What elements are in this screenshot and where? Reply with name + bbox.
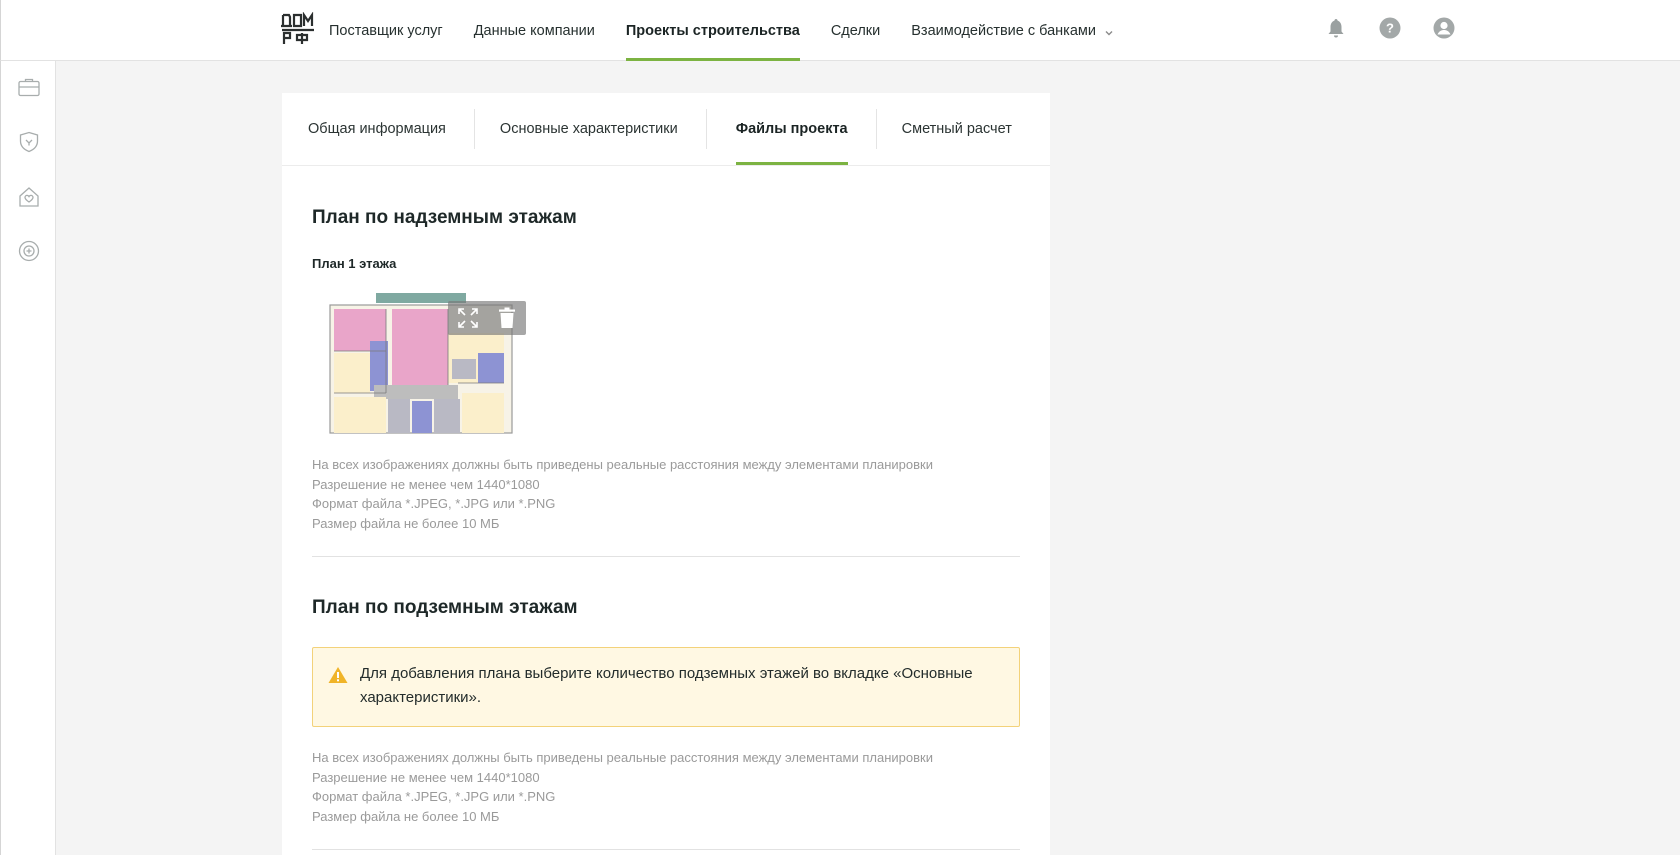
- floor-plan-subtitle: План 1 этажа: [312, 256, 397, 271]
- upload-requirements-above: На всех изображениях должны быть приведе…: [312, 455, 1032, 533]
- info-alert: Для добавления плана выберите количество…: [312, 647, 1020, 727]
- hint-line: На всех изображениях должны быть приведе…: [312, 457, 933, 472]
- section-divider: [312, 849, 1020, 850]
- svg-text:?: ?: [1386, 21, 1394, 36]
- hint-line: Формат файла *.JPEG, *.JPG или *.PNG: [312, 789, 556, 804]
- nav-deals[interactable]: Сделки: [831, 0, 880, 61]
- hint-line: Размер файла не более 10 МБ: [312, 515, 500, 531]
- active-tab-indicator: [735, 162, 848, 165]
- trash-icon[interactable]: [487, 301, 526, 335]
- dom-rf-logo[interactable]: [280, 11, 316, 46]
- floor-plan-thumbnail[interactable]: [328, 293, 526, 435]
- sidebar: [0, 61, 56, 855]
- nav-bank-interaction[interactable]: Взаимодействие с банками: [911, 0, 1114, 61]
- top-navigation-bar: Поставщик услуг Данные компании Проекты …: [0, 0, 1680, 61]
- hint-line: На всех изображениях должны быть приведе…: [312, 750, 933, 765]
- badge-icon[interactable]: [17, 239, 41, 263]
- main-nav: Поставщик услуг Данные компании Проекты …: [329, 0, 1145, 61]
- tab-estimate[interactable]: Сметный расчет: [875, 93, 1040, 165]
- house-heart-icon[interactable]: [17, 185, 41, 209]
- project-tabs: Общая информация Основные характеристики…: [282, 93, 1050, 166]
- section-title-above-ground: План по надземным этажам: [312, 207, 577, 228]
- nav-service-provider[interactable]: Поставщик услуг: [329, 0, 443, 61]
- bell-icon[interactable]: [1325, 17, 1347, 39]
- project-files-card: Общая информация Основные характеристики…: [282, 93, 1050, 855]
- warning-icon: [328, 667, 348, 683]
- briefcase-icon[interactable]: [17, 75, 41, 99]
- thumbnail-actions: [448, 301, 526, 335]
- hint-line: Разрешение не менее чем 1440*1080: [312, 476, 540, 492]
- section-divider: [312, 556, 1020, 557]
- tab-main-characteristics[interactable]: Основные характеристики: [473, 93, 706, 165]
- alert-message: Для добавления плана выберите количество…: [360, 665, 973, 706]
- expand-icon[interactable]: [448, 301, 487, 335]
- upload-requirements-underground: На всех изображениях должны быть приведе…: [312, 748, 1032, 826]
- section-title-underground: План по подземным этажам: [312, 597, 578, 618]
- hint-line: Формат файла *.JPEG, *.JPG или *.PNG: [312, 496, 556, 511]
- shield-icon[interactable]: [17, 130, 41, 154]
- hint-line: Разрешение не менее чем 1440*1080: [312, 769, 540, 785]
- tab-general-info[interactable]: Общая информация: [282, 93, 474, 165]
- user-icon[interactable]: [1433, 17, 1455, 39]
- tab-project-files[interactable]: Файлы проекта: [705, 93, 876, 165]
- chevron-down-icon: [1104, 26, 1114, 36]
- help-icon[interactable]: ?: [1379, 17, 1401, 39]
- nav-company-data[interactable]: Данные компании: [474, 0, 595, 61]
- nav-construction-projects[interactable]: Проекты строительства: [625, 0, 800, 61]
- hint-line: Размер файла не более 10 МБ: [312, 808, 500, 824]
